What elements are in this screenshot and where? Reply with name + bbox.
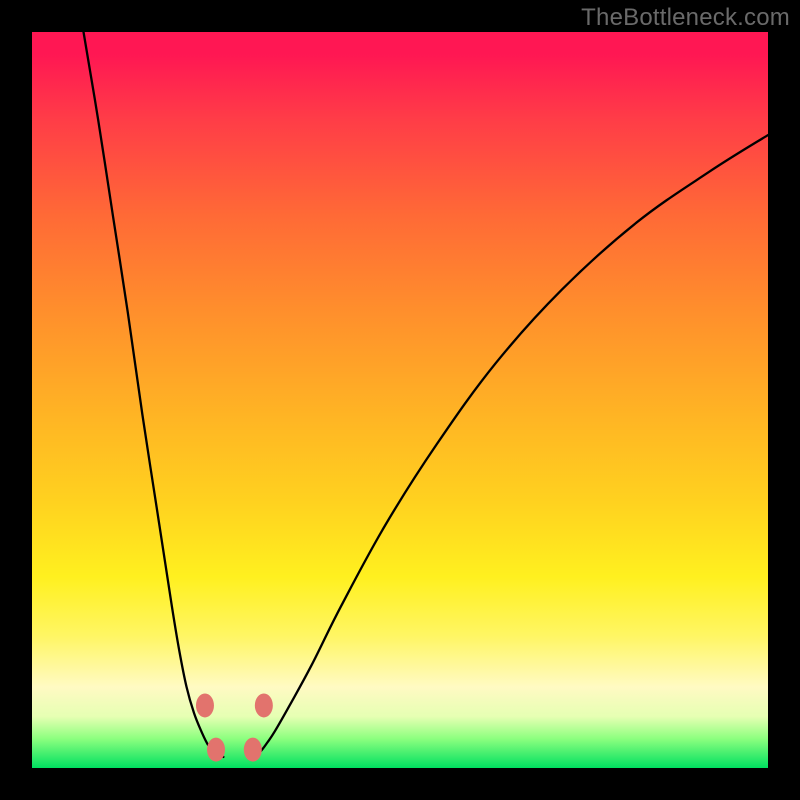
bottleneck-curve-right [253,135,768,757]
chart-frame: TheBottleneck.com [0,0,800,800]
marker-left-upper [196,693,214,717]
watermark-text: TheBottleneck.com [581,4,790,32]
marker-right-upper [255,693,273,717]
plot-area [32,32,768,768]
marker-right-lower [244,738,262,762]
curves-layer [32,32,768,768]
marker-left-lower [207,738,225,762]
bottleneck-curve-left [84,32,224,757]
marker-dots [196,693,273,761]
